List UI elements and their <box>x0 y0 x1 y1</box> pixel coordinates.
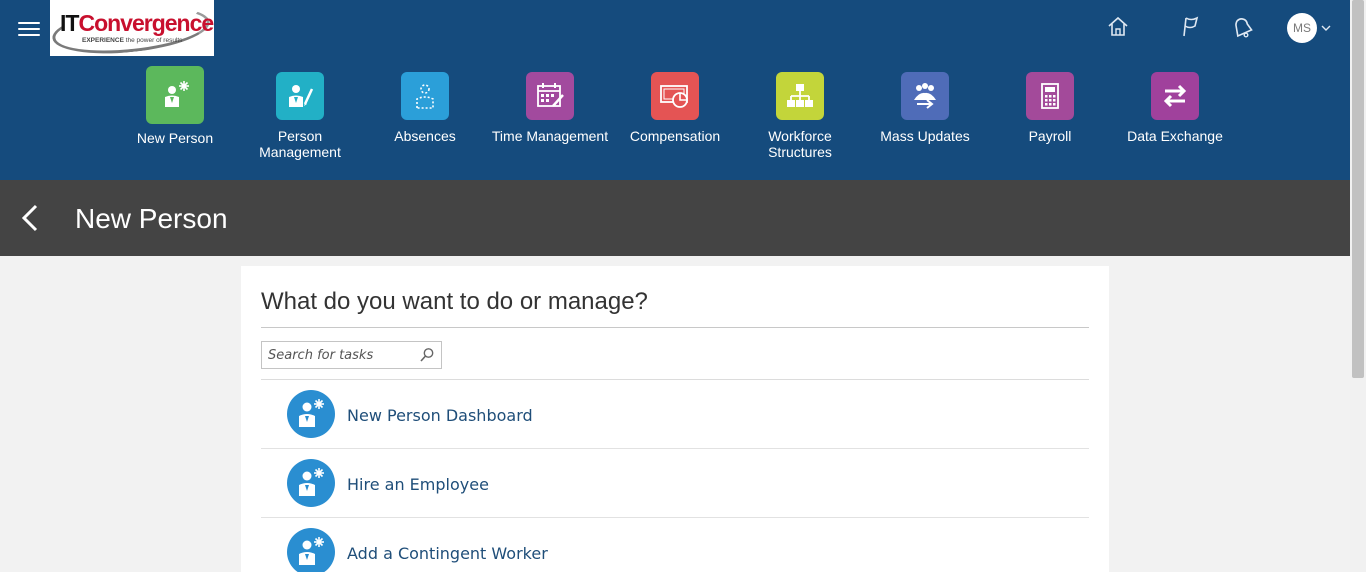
search-input[interactable] <box>262 342 412 368</box>
new-person-icon <box>287 528 335 572</box>
page-title: New Person <box>75 203 228 234</box>
app-label: Workforce Structures <box>768 128 832 160</box>
mass-updates-icon <box>901 72 949 120</box>
back-arrow-icon[interactable] <box>18 202 42 234</box>
data-exchange-icon <box>1151 72 1199 120</box>
watchlist-flag-icon[interactable] <box>1177 14 1203 40</box>
task-add-contingent-worker[interactable]: Add a Contingent Worker <box>261 518 1089 572</box>
task-panel: What do you want to do or manage? New Pe… <box>241 266 1109 572</box>
new-person-icon <box>287 390 335 438</box>
app-label: New Person <box>136 130 214 146</box>
app-payroll[interactable]: Payroll <box>990 66 1110 144</box>
calculator-icon <box>1026 72 1074 120</box>
app-label: Absences <box>394 128 456 144</box>
app-workforce-structures[interactable]: Workforce Structures <box>740 66 860 160</box>
calendar-icon <box>526 72 574 120</box>
new-person-icon <box>287 459 335 507</box>
app-new-person[interactable]: New Person <box>115 66 235 146</box>
search-icon[interactable] <box>419 347 435 363</box>
notifications-bell-icon[interactable] <box>1229 14 1255 40</box>
chevron-down-icon[interactable] <box>1320 22 1332 34</box>
app-person-management[interactable]: Person Management <box>240 66 360 160</box>
app-data-exchange[interactable]: Data Exchange <box>1115 66 1235 144</box>
page-scrollbar[interactable] <box>1350 0 1366 572</box>
absences-icon <box>401 72 449 120</box>
task-search <box>261 341 442 369</box>
app-label: Time Management <box>491 128 609 144</box>
company-logo[interactable]: ITConvergence EXPERIENCE the power of re… <box>50 0 214 56</box>
global-header: ITConvergence EXPERIENCE the power of re… <box>0 0 1350 180</box>
person-management-icon <box>276 72 324 120</box>
task-new-person-dashboard[interactable]: New Person Dashboard <box>261 380 1089 449</box>
task-label[interactable]: New Person Dashboard <box>347 406 533 425</box>
app-absences[interactable]: Absences <box>365 66 485 144</box>
app-label: Compensation <box>629 128 721 144</box>
app-label: Data Exchange <box>1127 128 1223 144</box>
scrollbar-thumb[interactable] <box>1352 0 1364 378</box>
app-time-management[interactable]: Time Management <box>490 66 610 144</box>
compensation-icon <box>651 72 699 120</box>
app-label: Payroll <box>1028 128 1072 144</box>
app-compensation[interactable]: Compensation <box>615 66 735 144</box>
task-hire-an-employee[interactable]: Hire an Employee <box>261 449 1089 518</box>
panel-heading: What do you want to do or manage? <box>261 288 648 315</box>
navigator-menu-icon[interactable] <box>18 18 40 38</box>
divider <box>261 327 1089 328</box>
new-person-icon <box>146 66 204 124</box>
task-label[interactable]: Hire an Employee <box>347 475 489 494</box>
page-header: New Person <box>0 180 1350 256</box>
user-avatar[interactable]: MS <box>1287 13 1317 43</box>
org-chart-icon <box>776 72 824 120</box>
app-label: Mass Updates <box>880 128 970 144</box>
app-label: Person Management <box>259 128 341 160</box>
task-label[interactable]: Add a Contingent Worker <box>347 544 548 563</box>
home-icon[interactable] <box>1105 14 1131 40</box>
app-mass-updates[interactable]: Mass Updates <box>865 66 985 144</box>
